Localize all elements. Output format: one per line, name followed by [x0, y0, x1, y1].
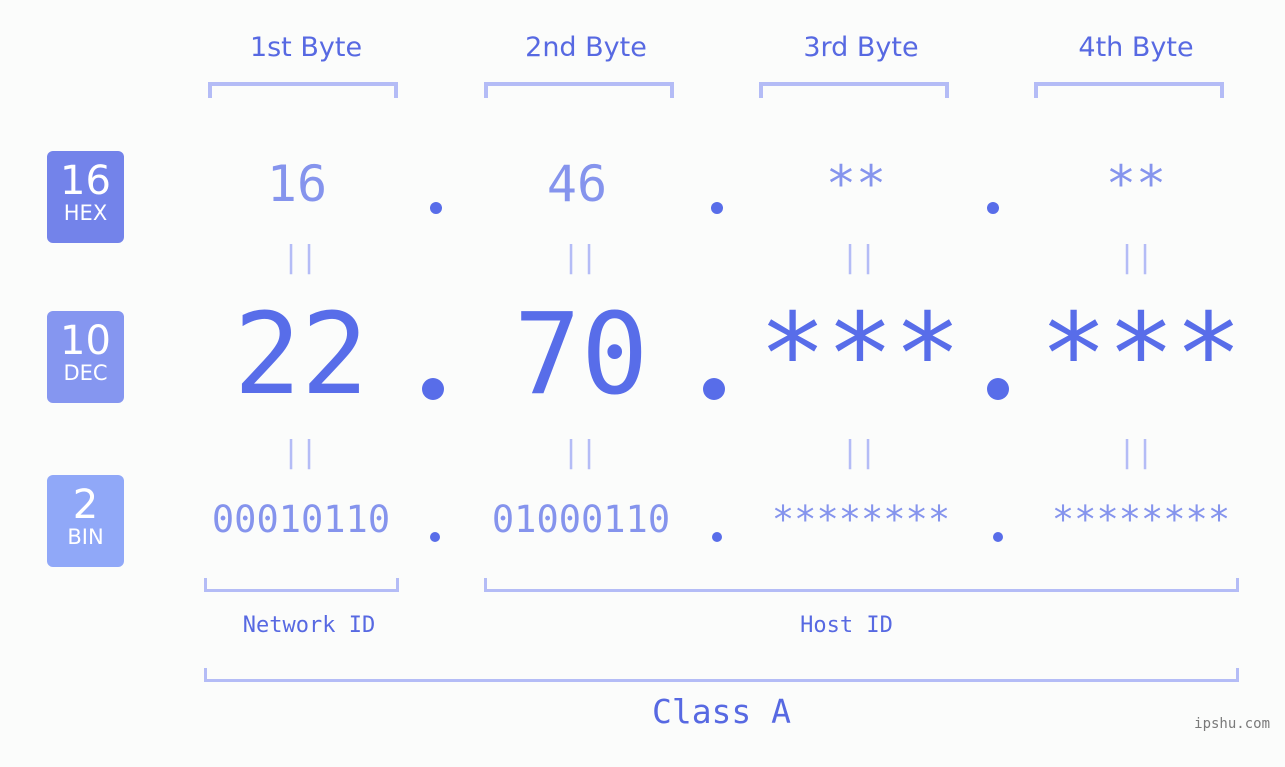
hex-byte-4: **: [1105, 155, 1167, 213]
equals-mark: ||: [1117, 435, 1155, 470]
hex-byte-3: **: [825, 155, 887, 213]
byte-header-4: 4th Byte: [1078, 32, 1194, 63]
dec-byte-3: ***: [758, 290, 962, 420]
dec-separator-dot: [422, 378, 444, 400]
dec-badge-number: 10: [60, 318, 111, 364]
equals-mark: ||: [840, 240, 878, 275]
hex-badge-label: HEX: [63, 201, 108, 225]
equals-mark: ||: [281, 240, 319, 275]
class-label: Class A: [651, 692, 792, 731]
dec-byte-1: 22: [233, 290, 369, 420]
equals-mark: ||: [281, 435, 319, 470]
byte-bracket-3: [759, 82, 949, 98]
equals-mark: ||: [561, 435, 599, 470]
equals-mark: ||: [840, 435, 878, 470]
dec-badge: 10 DEC: [47, 311, 124, 403]
bin-separator-dot: [430, 532, 440, 542]
hex-badge: 16 HEX: [47, 151, 124, 243]
hex-byte-1: 16: [266, 155, 328, 213]
host-id-bracket: [484, 578, 1239, 592]
bin-separator-dot: [993, 532, 1003, 542]
bin-byte-1: 00010110: [211, 498, 391, 541]
host-id-label: Host ID: [800, 613, 893, 638]
byte-bracket-2: [484, 82, 674, 98]
hex-separator-dot: [987, 202, 999, 214]
dec-separator-dot: [703, 378, 725, 400]
network-id-bracket: [204, 578, 399, 592]
bin-badge-label: BIN: [67, 525, 104, 549]
hex-byte-2: 46: [546, 155, 608, 213]
byte-bracket-1: [208, 82, 398, 98]
hex-badge-number: 16: [60, 158, 111, 204]
dec-separator-dot: [987, 378, 1009, 400]
byte-bracket-4: [1034, 82, 1224, 98]
equals-mark: ||: [561, 240, 599, 275]
dec-byte-4: ***: [1039, 290, 1243, 420]
bin-separator-dot: [712, 532, 722, 542]
network-id-label: Network ID: [242, 613, 376, 638]
dec-byte-2: 70: [513, 290, 649, 420]
bin-byte-2: 01000110: [491, 498, 671, 541]
hex-separator-dot: [430, 202, 442, 214]
watermark: ipshu.com: [1194, 716, 1270, 732]
equals-mark: ||: [1117, 240, 1155, 275]
hex-separator-dot: [711, 202, 723, 214]
bin-byte-3: ********: [771, 498, 951, 541]
byte-header-1: 1st Byte: [249, 32, 363, 63]
bin-badge: 2 BIN: [47, 475, 124, 567]
byte-header-2: 2nd Byte: [525, 32, 647, 63]
byte-header-3: 3rd Byte: [803, 32, 919, 63]
dec-badge-label: DEC: [63, 361, 108, 385]
bin-badge-number: 2: [72, 482, 99, 528]
class-bracket: [204, 668, 1239, 682]
bin-byte-4: ********: [1051, 498, 1231, 541]
